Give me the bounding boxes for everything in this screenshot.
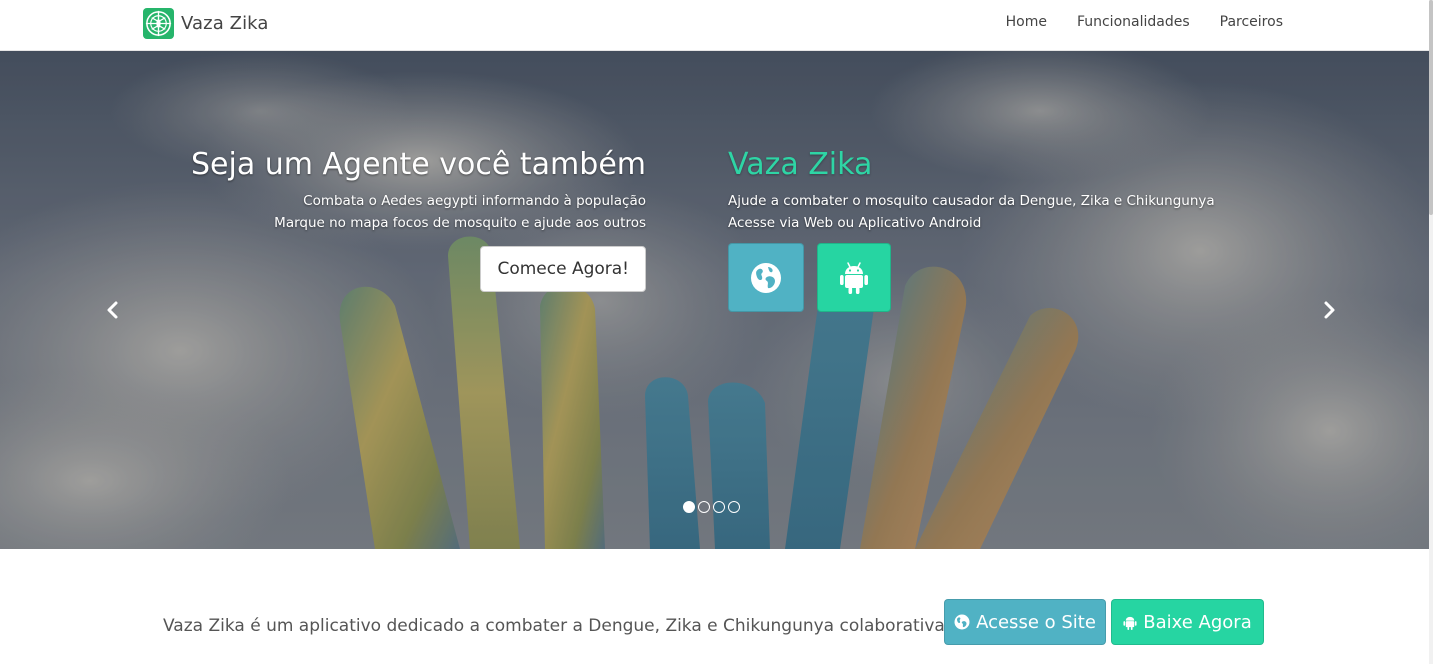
access-site-button[interactable]: Acesse o Site xyxy=(944,599,1106,645)
carousel-indicators xyxy=(683,501,743,513)
slide-right-line2: Acesse via Web ou Aplicativo Android xyxy=(728,215,982,231)
carousel-indicator-3[interactable] xyxy=(713,501,725,513)
slide-right-caption: Vaza Zika Ajude a combater o mosquito ca… xyxy=(728,147,1215,312)
web-app-button[interactable] xyxy=(728,243,804,312)
hero-carousel: Seja um Agente você também Combata o Aed… xyxy=(0,51,1429,549)
carousel-indicator-4[interactable] xyxy=(728,501,740,513)
slide-left-line2: Marque no mapa focos de mosquito e ajude… xyxy=(274,215,646,231)
nav-funcionalidades[interactable]: Funcionalidades xyxy=(1077,14,1190,30)
slide-left-line1: Combata o Aedes aegypti informando à pop… xyxy=(303,193,646,209)
nav-parceiros[interactable]: Parceiros xyxy=(1220,14,1283,30)
nav-links: Home Funcionalidades Parceiros xyxy=(976,14,1283,30)
carousel-indicator-1[interactable] xyxy=(683,501,695,513)
slide-right-line1: Ajude a combater o mosquito causador da … xyxy=(728,193,1215,209)
globe-icon xyxy=(954,614,970,630)
download-now-button[interactable]: Baixe Agora xyxy=(1111,599,1264,645)
promo-text: Vaza Zika é um aplicativo dedicado a com… xyxy=(163,616,1000,636)
android-app-button[interactable] xyxy=(817,243,891,312)
chevron-right-icon[interactable] xyxy=(1314,295,1344,325)
access-site-label: Acesse o Site xyxy=(976,611,1096,633)
vaza-zika-logo-icon xyxy=(143,7,174,39)
promo-section: Vaza Zika é um aplicativo dedicado a com… xyxy=(0,549,1429,664)
android-icon xyxy=(840,261,868,294)
carousel-indicator-2[interactable] xyxy=(698,501,710,513)
brand-link[interactable]: Vaza Zika xyxy=(143,7,269,39)
scrollbar-thumb[interactable] xyxy=(1429,0,1433,215)
slide-right-title: Vaza Zika xyxy=(728,147,873,182)
android-icon xyxy=(1123,616,1137,630)
chevron-left-icon[interactable] xyxy=(98,295,128,325)
download-now-label: Baixe Agora xyxy=(1143,611,1252,633)
slide-left-title: Seja um Agente você também xyxy=(190,147,646,182)
start-now-button[interactable]: Comece Agora! xyxy=(480,246,646,292)
slide-left-caption: Seja um Agente você também Combata o Aed… xyxy=(191,147,646,292)
brand-name: Vaza Zika xyxy=(181,12,269,34)
nav-home[interactable]: Home xyxy=(1006,14,1047,30)
globe-icon xyxy=(751,262,781,293)
app-buttons xyxy=(728,243,1215,312)
page-scrollbar[interactable] xyxy=(1429,0,1433,664)
navbar: Vaza Zika Home Funcionalidades Parceiros xyxy=(0,0,1433,51)
